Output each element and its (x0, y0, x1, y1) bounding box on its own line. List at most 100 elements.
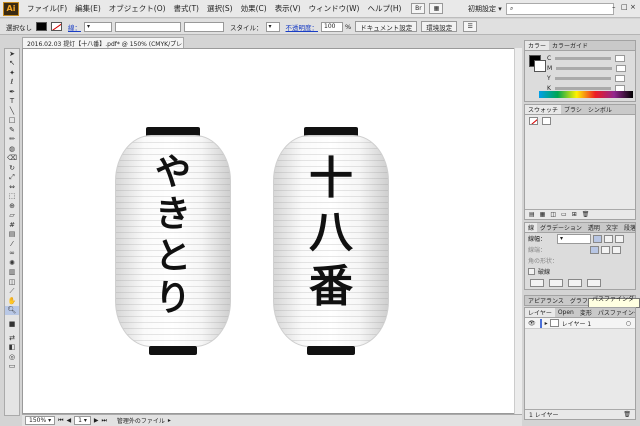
drawing-mode-icon[interactable]: ◎ (5, 352, 19, 362)
document-tab[interactable]: 2016.02.03 提灯【十八番】.pdf* @ 150% (CMYK/プレビ… (22, 37, 184, 48)
close-icon[interactable]: × (630, 3, 637, 13)
tab-stroke[interactable]: 線 (525, 223, 538, 232)
layer-row[interactable]: 👁︎ ▸ レイヤー 1 ○ (525, 318, 635, 329)
variable-width-select[interactable] (115, 21, 181, 32)
rotate-tool-icon[interactable]: ↻ (5, 163, 19, 173)
delete-swatch-icon[interactable]: 🗑︎ (582, 211, 590, 218)
tab-color[interactable]: カラー (525, 41, 550, 50)
new-color-group-icon[interactable]: ▭ (561, 211, 567, 218)
tab-brushes[interactable]: ブラシ (561, 105, 585, 114)
butt-cap-icon[interactable] (593, 234, 602, 243)
tab-swatches[interactable]: スウォッチ (525, 105, 562, 114)
menu-select[interactable]: 選択(S) (203, 3, 237, 14)
tab-layers[interactable]: レイヤー (525, 308, 555, 317)
minimize-icon[interactable]: – (612, 3, 619, 13)
artboard-tool-icon[interactable]: ◫ (5, 277, 19, 287)
tab-appearance[interactable]: アピアランス (525, 296, 567, 305)
vertical-scrollbar[interactable] (514, 48, 522, 414)
document-settings-button[interactable]: ドキュメント設定 (355, 21, 418, 32)
symbol-sprayer-tool-icon[interactable]: ✺ (5, 258, 19, 268)
delete-layer-icon[interactable]: 🗑︎ (623, 411, 631, 418)
zoom-tool-icon[interactable]: 🔍︎ (5, 305, 19, 315)
dash-checkbox[interactable] (528, 268, 535, 275)
menu-window[interactable]: ウィンドウ(W) (305, 3, 364, 14)
color-slider[interactable] (554, 86, 611, 90)
tab-open[interactable]: Open (555, 308, 577, 317)
color-spectrum[interactable] (539, 91, 633, 98)
round-cap-icon[interactable] (604, 234, 613, 243)
swatch-kinds-icon[interactable]: ▦ (540, 211, 546, 218)
lasso-tool-icon[interactable]: ℓ (5, 78, 19, 88)
tab-transparency[interactable]: 透明 (585, 223, 603, 232)
type-tool-icon[interactable]: T (5, 97, 19, 107)
expand-arrow-icon[interactable]: ▸ (545, 320, 548, 327)
lantern-juhachiban[interactable]: 十 八 番 (273, 127, 389, 355)
swap-colors-icon[interactable]: ⇄ (5, 333, 19, 343)
previous-artboard-icon[interactable]: ◀ (66, 417, 71, 424)
color-value-input[interactable] (616, 64, 627, 72)
bridge-icon[interactable]: Br (411, 3, 426, 14)
maximize-icon[interactable]: □ (621, 3, 628, 13)
menu-file[interactable]: ファイル(F) (23, 3, 71, 14)
layer-name[interactable]: レイヤー 1 (562, 319, 592, 328)
eyedropper-tool-icon[interactable]: ⁄ (5, 239, 19, 249)
screen-mode-icon[interactable]: ▭ (5, 362, 19, 372)
pencil-tool-icon[interactable]: ✏ (5, 135, 19, 145)
artboard-canvas[interactable]: や き と り 十 八 番 (22, 48, 516, 414)
fill-stroke-icon[interactable]: ■ (5, 315, 19, 333)
free-transform-tool-icon[interactable]: ⬚ (5, 192, 19, 202)
menu-edit[interactable]: 編集(E) (71, 3, 105, 14)
tab-symbols[interactable]: シンボル (585, 105, 615, 114)
eraser-tool-icon[interactable]: ⌫ (5, 154, 19, 164)
opacity-input[interactable]: 100 (321, 21, 343, 32)
opacity-label-link[interactable]: 不透明度： (286, 22, 319, 32)
menu-help[interactable]: ヘルプ(H) (363, 3, 405, 14)
last-artboard-icon[interactable]: ⏭ (101, 417, 106, 425)
color-slider[interactable] (556, 66, 613, 70)
stroke-swatch[interactable] (51, 22, 62, 31)
gap-input[interactable] (549, 278, 563, 287)
pen-tool-icon[interactable]: ✒ (5, 87, 19, 97)
workspace-switcher[interactable]: 初期設定 ▾ (468, 4, 502, 14)
color-value-input[interactable] (614, 74, 625, 82)
arrange-documents-icon[interactable]: ▦ (429, 3, 444, 14)
rectangle-tool-icon[interactable]: □ (5, 116, 19, 126)
menu-object[interactable]: オブジェクト(O) (105, 3, 170, 14)
swatch-library-icon[interactable]: ▤ (529, 211, 535, 218)
width-tool-icon[interactable]: ⇔ (5, 182, 19, 192)
layer-target-icon[interactable]: ○ (626, 320, 631, 327)
hand-tool-icon[interactable]: ✋ (5, 296, 19, 306)
magic-wand-tool-icon[interactable]: ✦ (5, 68, 19, 78)
swatch-registration[interactable] (542, 117, 551, 125)
tab-color-guide[interactable]: カラーガイド (549, 41, 591, 50)
artboard-number-select[interactable]: 1 ▾ (74, 416, 91, 425)
mesh-tool-icon[interactable]: # (5, 220, 19, 230)
first-artboard-icon[interactable]: ⏮ (58, 417, 63, 425)
brush-select[interactable] (184, 21, 224, 32)
color-value-input[interactable] (615, 54, 626, 62)
dash-input[interactable] (530, 278, 544, 287)
preferences-button[interactable]: 環境設定 (421, 21, 458, 32)
gradient-tool-icon[interactable]: ▤ (5, 230, 19, 240)
stroke-weight-select[interactable]: ▾ (84, 21, 112, 32)
fill-swatch[interactable] (36, 22, 47, 31)
blend-tool-icon[interactable]: ∞ (5, 249, 19, 259)
stroke-label-link[interactable]: 線： (68, 22, 81, 32)
stroke-weight-input[interactable]: ▾ (557, 233, 591, 244)
swatch-options-icon[interactable]: ◫ (550, 211, 556, 218)
round-join-icon[interactable] (601, 245, 610, 254)
tab-pathfinder[interactable]: パスファインダー (595, 308, 635, 317)
perspective-grid-tool-icon[interactable]: ▱ (5, 211, 19, 221)
line-tool-icon[interactable]: ╲ (5, 106, 19, 116)
shape-builder-tool-icon[interactable]: ⊕ (5, 201, 19, 211)
color-slider[interactable] (555, 56, 612, 60)
paintbrush-tool-icon[interactable]: ✎ (5, 125, 19, 135)
slice-tool-icon[interactable]: ⟋ (5, 287, 19, 297)
selection-tool-icon[interactable]: ➤ (5, 49, 19, 59)
menu-view[interactable]: 表示(V) (271, 3, 305, 14)
new-swatch-icon[interactable]: ⊞ (572, 211, 577, 218)
tab-character[interactable]: 文字 (603, 223, 621, 232)
tab-gradient[interactable]: グラデーション (537, 223, 585, 232)
color-mode-icon[interactable]: ◧ (5, 343, 19, 353)
bevel-join-icon[interactable] (612, 245, 621, 254)
